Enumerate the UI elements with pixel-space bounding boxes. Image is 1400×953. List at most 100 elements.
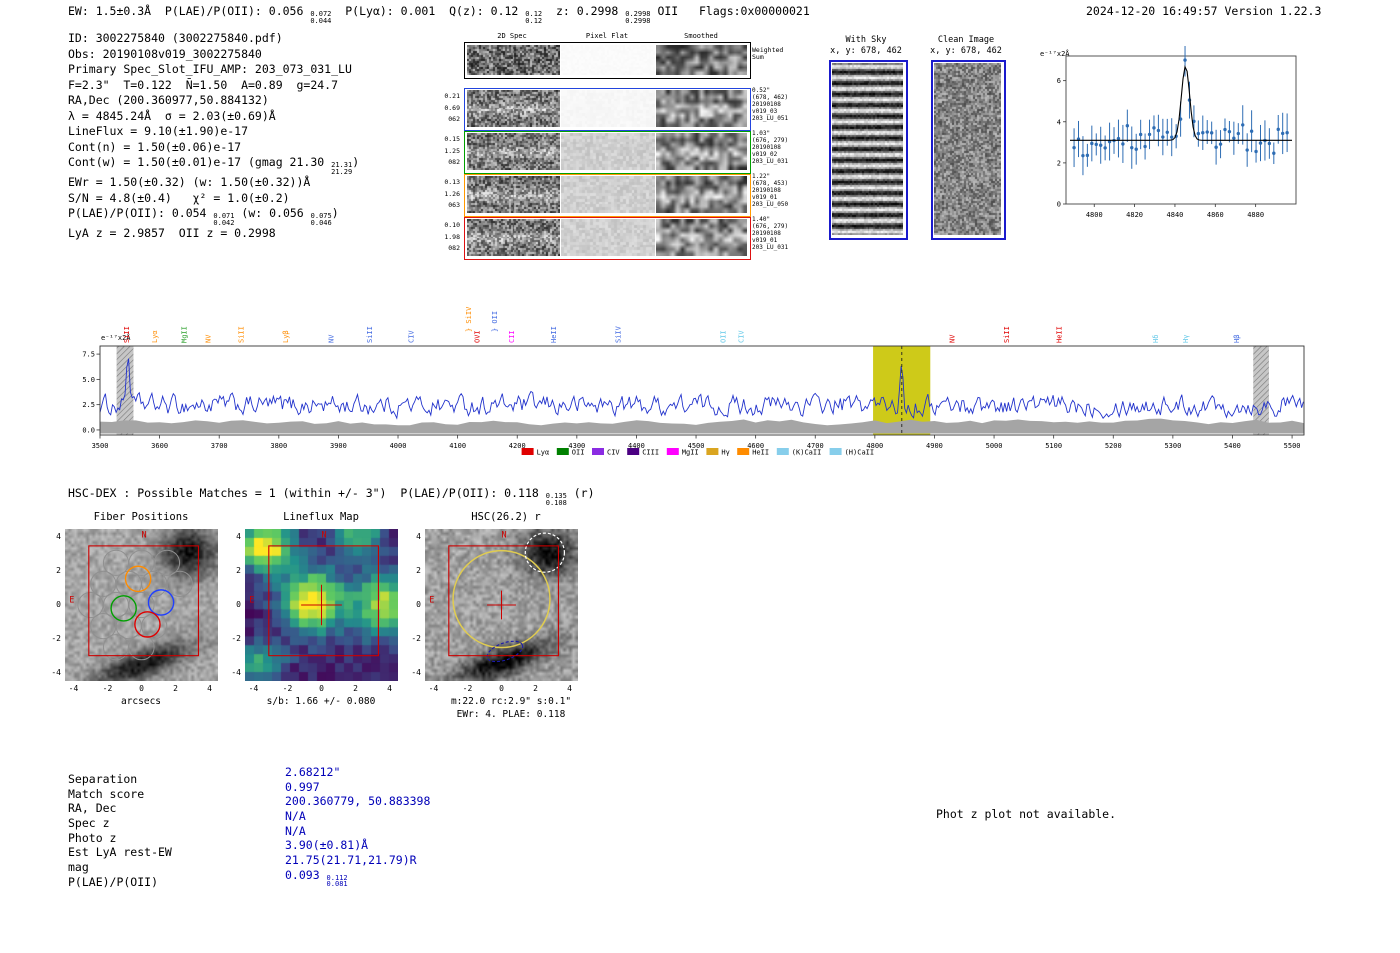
spectrum-xtick: 3600 <box>151 442 168 450</box>
x-tick-label: -4 <box>68 684 79 693</box>
clean-image-title: Clean Image <box>937 35 995 45</box>
line-fit-plot: 0 2 4 6 4800 4820 4840 4860 4880 e⁻¹⁷x2Å <box>1038 43 1302 230</box>
compass-n: N <box>501 530 506 540</box>
info-line: F=2.3" T=0.122 N̄=1.50 A=0.89 g=24.7 <box>68 78 359 94</box>
text-run: 21.75(21.71,21.79)R <box>285 853 417 868</box>
stack-bottom: 21.29 <box>331 167 353 176</box>
compass-n: N <box>141 530 146 540</box>
text-run: Obs: 20190108v019_3002275840 <box>68 46 262 61</box>
fit-xtick: 4840 <box>1167 211 1184 219</box>
x-tick-label: -2 <box>282 684 293 693</box>
spec2d-row-values: 0.13 1.26 063 <box>444 178 460 209</box>
lineflux-map-title: Lineflux Map <box>283 511 359 523</box>
text-run: ) <box>352 155 360 169</box>
stacked-fraction: 0.071 0.042 <box>213 213 234 226</box>
y-tick-label: 2 <box>56 566 61 576</box>
fit-data-point <box>1183 58 1187 62</box>
text-run: EWr = 1.50(±0.32) (w: 1.50(±0.32))Å <box>68 175 311 190</box>
selected-fiber-circle <box>124 565 152 593</box>
y-tick-label: -2 <box>411 633 421 643</box>
legend-swatch <box>592 448 604 455</box>
weighted-pixelflat-image <box>561 45 655 75</box>
text-run: z: 0.2998 <box>542 4 626 18</box>
hsc-r-overlay: NE <box>429 530 566 663</box>
info-line: RA,Dec (200.360977,50.884132) <box>68 93 359 109</box>
stacked-fraction: 0.072 0.044 <box>310 11 331 24</box>
y-tick-label: 0 <box>416 600 421 609</box>
y-tick-label: 4 <box>236 532 241 542</box>
match-table-values: 2.68212" 0.997 200.360779, 50.883398 N/A N/A… <box>285 765 431 888</box>
x-tick-label: 2 <box>533 684 538 693</box>
hsc-caption-2: EWr: 4. PLAE: 0.118 <box>456 709 566 720</box>
info-line: Cont(n) = 1.50(±0.06)e-17 <box>68 140 359 156</box>
fit-data-point <box>1085 153 1090 158</box>
fiber-positions-title: Fiber Positions <box>93 511 189 523</box>
stacked-fraction: 21.31 21.29 <box>331 162 352 175</box>
row-pixelflat-image <box>561 133 655 170</box>
emission-line-label: OVI <box>473 330 481 343</box>
emission-line-label: NV <box>327 334 335 343</box>
emission-line-label: } OII <box>491 311 499 332</box>
legend-swatch <box>776 448 789 455</box>
weighted-smoothed-image <box>656 45 747 75</box>
legend-label: OII <box>572 449 585 457</box>
fit-ytick: 0 <box>1057 201 1061 209</box>
clean-image-image <box>934 63 1001 235</box>
text-run: F=2.3" T=0.122 N̄=1.50 A=0.89 g=24.7 <box>68 77 339 92</box>
fit-ytick: 6 <box>1057 77 1061 85</box>
emission-line-label: SiII <box>366 326 374 343</box>
fit-data-point <box>1236 131 1240 136</box>
emission-line-label: Lyα <box>151 330 159 343</box>
fit-data-point <box>1161 135 1165 139</box>
legend-label: Lyα <box>537 449 550 457</box>
text-run: 200.360779, 50.883398 <box>285 794 431 809</box>
spectrum-xtick: 5200 <box>1105 442 1122 450</box>
spectrum-xtick: 4000 <box>390 442 407 450</box>
timestamp: 2024-12-20 16:49:57 Version 1.22.3 <box>1086 4 1322 18</box>
fit-ytick: 4 <box>1057 118 1061 126</box>
fit-data-point <box>1165 130 1169 134</box>
fit-xtick: 4860 <box>1207 211 1224 219</box>
row-pixelflat-image <box>561 176 655 213</box>
weighted-sum-label-line2: Sum <box>752 53 764 61</box>
emission-line-label: Hβ <box>1233 335 1241 343</box>
stack-bottom: 0.108 <box>545 498 567 507</box>
info-block: ID: 3002275840 (3002275840.pdf) Obs: 2019… <box>68 31 359 242</box>
fit-data-point <box>1156 128 1161 133</box>
fit-data-point <box>1130 145 1134 150</box>
spec2d-col-header-3: Smoothed <box>684 32 718 40</box>
lineflux-caption: s/b: 1.66 +/- 0.080 <box>266 696 376 707</box>
spec2d-row-values: 0.15 1.25 082 <box>444 135 460 166</box>
fiber-circle <box>166 570 193 597</box>
match-value: 21.75(21.71,21.79)R <box>285 853 430 868</box>
match-label: Est LyA rest-EW <box>68 845 172 860</box>
fit-ylabel: e⁻¹⁷x2Å <box>1040 49 1070 58</box>
text-run: P(LAE)/P(OII): 0.054 <box>68 206 214 221</box>
fit-data-point <box>1081 153 1085 158</box>
spectrum-xtick: 5400 <box>1224 442 1241 450</box>
photz-note: Phot z plot not available. <box>936 807 1117 821</box>
with-sky-coords: x, y: 678, 462 <box>830 46 902 56</box>
y-tick-label: 2 <box>416 566 421 576</box>
fit-data-point <box>1170 135 1174 139</box>
info-line: S/N = 4.8(±0.4) χ² = 1.0(±0.2) <box>68 191 359 207</box>
legend-label: (H)CaII <box>845 449 875 457</box>
fit-xtick: 4800 <box>1086 211 1103 219</box>
stack-bottom: 0.044 <box>310 16 332 25</box>
text-run: Cont(n) = 1.50(±0.06)e-17 <box>68 139 242 154</box>
emission-line-label: Hδ <box>1152 335 1160 343</box>
match-value: 3.90(±0.81)Å <box>285 838 430 853</box>
spec2d-row-annotation: 1.03" (676, 279) 20190108 v019_02 203_LU… <box>752 130 789 165</box>
y-tick-label: -4 <box>51 667 61 677</box>
hsc-r-title: HSC(26.2) r <box>471 511 541 523</box>
text-run: EW: 1.5±0.3Å P(LAE)/P(OII): 0.056 <box>68 4 311 18</box>
text-run: OII Flags:0x00000021 <box>650 4 810 18</box>
with-sky-title: With Sky <box>845 35 887 45</box>
fit-data-point <box>1201 131 1205 135</box>
x-tick-label: 0 <box>319 684 324 693</box>
stacked-fraction: 0.075 0.046 <box>311 213 332 226</box>
fiber-xlabel: arcsecs <box>120 696 162 707</box>
fit-data-point <box>1249 129 1254 133</box>
text-run: LyA z = 2.9857 OII z = 0.2998 <box>68 226 276 241</box>
y-tick-label: 4 <box>416 532 421 542</box>
